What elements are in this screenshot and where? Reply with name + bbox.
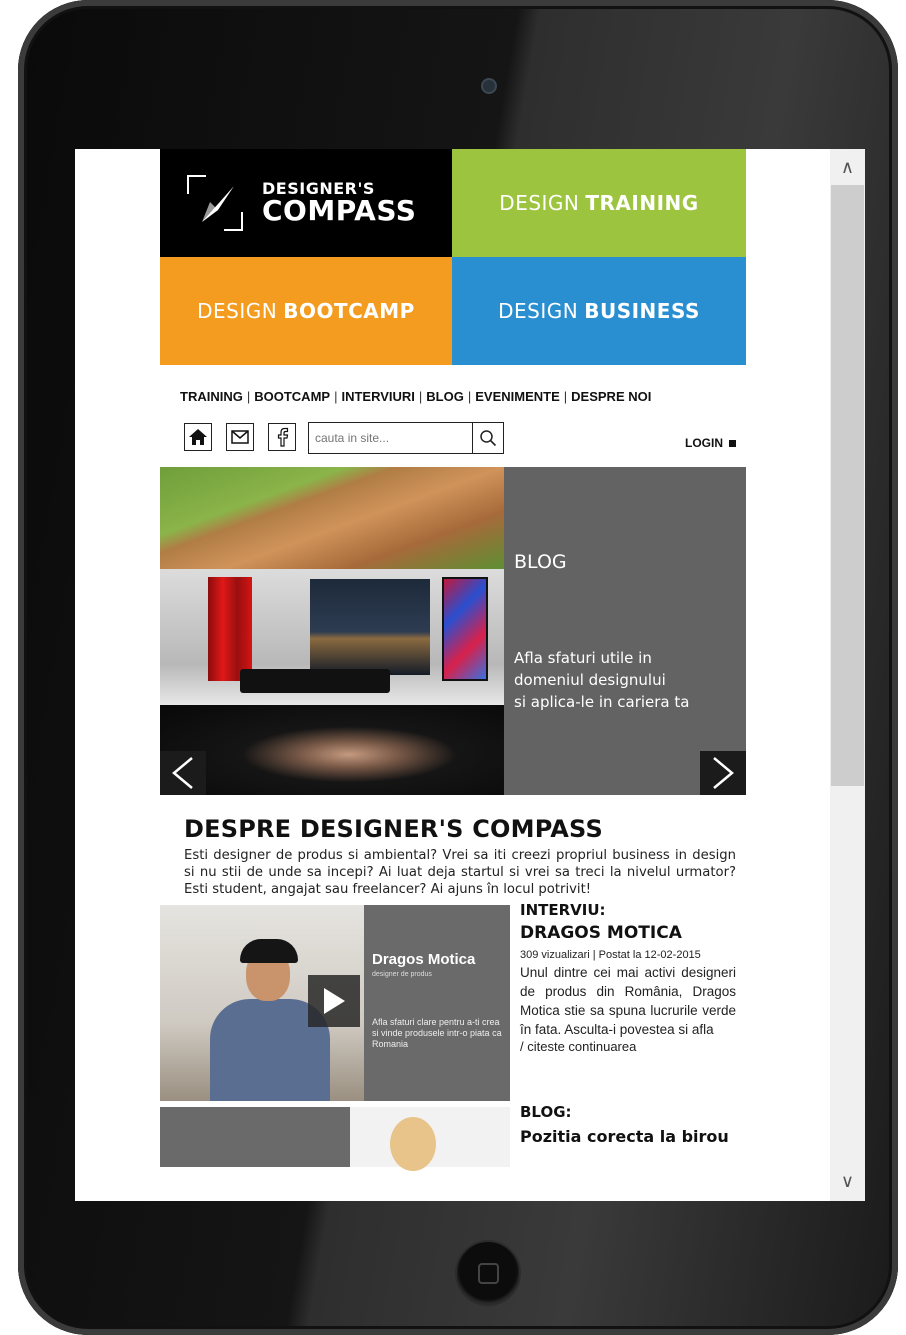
slide-caption-panel: BLOG Afla sfaturi utile in domeniul desi… [504,467,746,795]
tile-light-text: DESIGN [498,299,579,323]
article-thumbnail[interactable] [160,1107,510,1171]
nav-item-bootcamp[interactable]: BOOTCAMP [254,389,330,404]
read-more-link[interactable]: / citeste continuarea [520,1039,736,1054]
carved-wood-image [160,467,504,569]
search-box [308,422,504,454]
hero-tiles: DESIGNER'S COMPASS DESIGN TRAINING DESIGN… [160,149,746,365]
search-icon[interactable] [472,423,503,453]
article-card: Dragos Motica designer de produs Afla sf… [160,901,746,1101]
slide-image [160,467,504,795]
slide-description: Afla sfaturi utile in domeniul designulu… [514,649,690,711]
home-button[interactable] [455,1240,521,1306]
scroll-up-arrow[interactable]: ∧ [830,153,865,183]
interior-room-image [160,569,504,705]
about-heading: DESPRE DESIGNER'S COMPASS [184,815,603,843]
page-content: DESIGNER'S COMPASS DESIGN TRAINING DESIGN… [160,149,746,1171]
play-icon[interactable] [308,975,360,1027]
nav-item-despre-noi[interactable]: DESPRE NOI [571,389,651,404]
article-info: INTERVIU: DRAGOS MOTICA 309 vizualizari … [520,901,736,1054]
design-training-tile[interactable]: DESIGN TRAINING [452,149,746,257]
search-input[interactable] [309,423,473,453]
login-label: LOGIN [685,436,723,450]
mail-icon[interactable] [226,423,254,451]
about-text: Esti designer de produs si ambiental? Vr… [184,848,736,897]
compass-logo-icon [184,172,246,234]
home-icon[interactable] [184,423,212,451]
article-info: BLOG: Pozitia corecta la birou [520,1103,740,1146]
nav-item-training[interactable]: TRAINING [180,389,243,404]
thumb-tagline: Afla sfaturi clare pentru a-ti crea si v… [372,1017,502,1049]
article-kicker: BLOG: [520,1103,572,1121]
login-square-icon [729,439,736,447]
brand-line2: COMPASS [262,194,417,227]
design-bootcamp-tile[interactable]: DESIGN BOOTCAMP [160,257,452,365]
toolbar: LOGIN [160,422,746,456]
slider-prev-button[interactable] [160,751,206,795]
article-meta: 309 vizualizari | Postat la 12-02-2015 [520,949,701,961]
tile-bold-text: TRAINING [585,191,699,215]
video-thumbnail[interactable]: Dragos Motica designer de produs Afla sf… [160,905,510,1101]
nav-item-interviuri[interactable]: INTERVIURI [341,389,414,404]
about-section: DESPRE DESIGNER'S COMPASS Esti designer … [160,815,746,898]
article-title[interactable]: Pozitia corecta la birou [520,1127,740,1146]
thumbnail-overlay: Dragos Motica designer de produs Afla sf… [364,905,510,1101]
main-nav: TRAINING | BOOTCAMP | INTERVIURI | BLOG | EVENIM… [180,389,652,404]
handshake-image [160,705,504,795]
article-title[interactable]: DRAGOS MOTICA [520,923,736,943]
design-business-tile[interactable]: DESIGN BUSINESS [452,257,746,365]
tile-bold-text: BUSINESS [584,299,700,323]
thumb-name: Dragos Motica [372,951,476,968]
thumb-subtitle: designer de produs [372,971,432,978]
vertical-scrollbar[interactable]: ∧ ∨ [830,149,865,1201]
login-link[interactable]: LOGIN [685,436,736,450]
site-logo[interactable]: DESIGNER'S COMPASS [160,149,452,257]
scroll-down-arrow[interactable]: ∨ [830,1167,865,1197]
slide-title: BLOG [514,551,567,573]
camera-lens [481,78,497,94]
tile-light-text: DESIGN [499,191,580,215]
nav-item-evenimente[interactable]: EVENIMENTE [475,389,560,404]
article-card: BLOG: Pozitia corecta la birou [160,1103,746,1171]
article-kicker: INTERVIU: [520,901,606,919]
tile-bold-text: BOOTCAMP [283,299,415,323]
facebook-icon[interactable] [268,423,296,451]
tile-light-text: DESIGN [197,299,278,323]
scrollbar-thumb[interactable] [831,185,864,786]
browser-viewport: ∧ ∨ DESIGNER'S COMPASS DESIGN TRAINING D… [75,149,865,1201]
article-description: Unul dintre cei mai activi designeri de … [520,965,736,1037]
hero-slider: BLOG Afla sfaturi utile in domeniul desi… [160,467,746,795]
nav-item-blog[interactable]: BLOG [426,389,464,404]
slider-next-button[interactable] [700,751,746,795]
